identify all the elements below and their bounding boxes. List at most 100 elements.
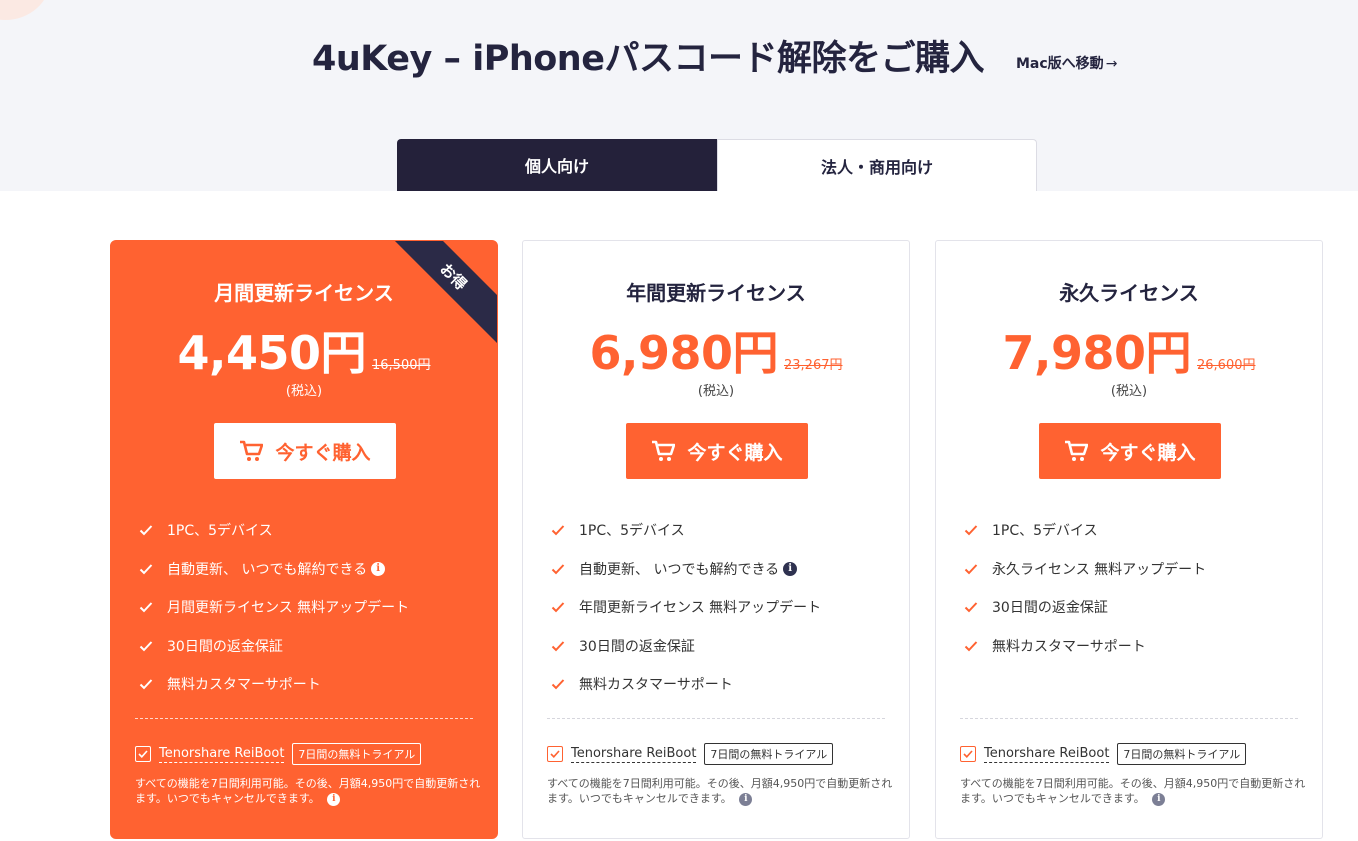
tab-personal[interactable]: 個人向け: [397, 139, 717, 191]
addon-checkbox[interactable]: [960, 746, 976, 762]
info-icon[interactable]: i: [783, 561, 798, 576]
check-icon: [139, 602, 153, 613]
check-icon: [964, 525, 978, 536]
buy-now-label: 今すぐ購入: [1100, 441, 1196, 464]
check-icon: [139, 679, 153, 690]
feature-label: 年間更新ライセンス 無料アップデート: [579, 600, 822, 617]
divider: [960, 718, 1298, 719]
feature-label: 永久ライセンス 無料アップデート: [992, 561, 1207, 578]
feature-list: 1PC、5デバイス 自動更新、 いつでも解約できる i 月間更新ライセンス 無料ア…: [139, 511, 477, 704]
addon-note: すべての機能を7日間利用可能。その後、月額4,950円で自動更新されます。いつで…: [547, 776, 893, 806]
feature-list: 1PC、5デバイス 自動更新、 いつでも解約できる i 年間更新ライセンス 無料ア…: [551, 511, 889, 704]
list-item: 自動更新、 いつでも解約できる i: [139, 550, 477, 589]
plan-title: 永久ライセンス: [1059, 281, 1199, 305]
original-price: 26,600円: [1197, 358, 1256, 373]
list-item: 1PC、5デバイス: [139, 511, 477, 550]
list-item: 1PC、5デバイス: [964, 511, 1302, 550]
divider: [135, 718, 473, 719]
list-item: 30日間の返金保証: [964, 588, 1302, 627]
feature-label: 1PC、5デバイス: [992, 523, 1098, 540]
list-item: 永久ライセンス 無料アップデート: [964, 550, 1302, 589]
tab-business[interactable]: 法人・商用向け: [717, 139, 1037, 191]
checkmark-icon: [963, 750, 973, 758]
hero-section: 4uKey – iPhoneパスコード解除をご購入 Mac版へ移動 → 個人向け …: [0, 0, 1358, 191]
checkmark-icon: [550, 750, 560, 758]
check-icon: [964, 564, 978, 575]
original-price: 16,500円: [372, 358, 431, 373]
info-icon[interactable]: i: [1152, 792, 1166, 806]
feature-label: 無料カスタマーサポート: [992, 638, 1146, 655]
list-item: 無料カスタマーサポート: [551, 665, 889, 704]
addon-name[interactable]: Tenorshare ReiBoot: [571, 746, 697, 763]
feature-list: 1PC、5デバイス 永久ライセンス 無料アップデート 30日間の返金保証 無料カ…: [964, 511, 1302, 665]
page-title: 4uKey – iPhoneパスコード解除をご購入: [312, 39, 984, 79]
trial-badge: 7日間の無料トライアル: [1117, 743, 1247, 765]
list-item: 30日間の返金保証: [139, 627, 477, 666]
decorative-blob: [0, 0, 50, 20]
feature-label: 1PC、5デバイス: [579, 523, 685, 540]
addon-name[interactable]: Tenorshare ReiBoot: [984, 746, 1110, 763]
check-icon: [139, 564, 153, 575]
audience-tabs: 個人向け 法人・商用向け: [397, 139, 1037, 191]
addon-note: すべての機能を7日間利用可能。その後、月額4,950円で自動更新されます。いつで…: [135, 776, 481, 806]
feature-label: 無料カスタマーサポート: [167, 677, 321, 694]
info-icon[interactable]: i: [327, 792, 341, 806]
plan-title: 年間更新ライセンス: [626, 281, 806, 305]
feature-label: 自動更新、 いつでも解約できる: [579, 561, 780, 578]
arrow-right-icon: →: [1105, 56, 1118, 72]
addon-checkbox[interactable]: [135, 746, 151, 762]
tax-note: (税込): [285, 384, 323, 399]
feature-label: 30日間の返金保証: [992, 600, 1108, 617]
price-row: 4,450円 16,500円: [111, 317, 497, 383]
divider: [547, 718, 885, 719]
check-icon: [551, 679, 565, 690]
feature-label: 自動更新、 いつでも解約できる: [167, 561, 368, 578]
plan-title: 月間更新ライセンス: [214, 281, 394, 305]
mac-version-link[interactable]: Mac版へ移動 →: [1016, 53, 1117, 73]
check-icon: [551, 525, 565, 536]
mac-link-label: Mac版へ移動: [1016, 56, 1104, 72]
cart-icon: [652, 440, 676, 461]
price-row: 7,980円 26,600円: [936, 317, 1322, 383]
buy-now-label: 今すぐ購入: [687, 441, 783, 464]
list-item: 月間更新ライセンス 無料アップデート: [139, 588, 477, 627]
price-row: 6,980円 23,267円: [523, 317, 909, 383]
info-icon[interactable]: i: [371, 561, 386, 576]
trial-badge: 7日間の無料トライアル: [292, 743, 422, 765]
tax-note: (税込): [697, 384, 735, 399]
addon-option: Tenorshare ReiBoot 7日間の無料トライアル: [135, 743, 487, 765]
list-item: 年間更新ライセンス 無料アップデート: [551, 588, 889, 627]
buy-now-label: 今すぐ購入: [275, 441, 371, 464]
feature-label: 30日間の返金保証: [579, 638, 695, 655]
plan-price: 4,450円: [177, 326, 366, 380]
buy-now-button[interactable]: 今すぐ購入: [1039, 423, 1221, 479]
addon-note: すべての機能を7日間利用可能。その後、月額4,950円で自動更新されます。いつで…: [960, 776, 1306, 806]
check-icon: [964, 602, 978, 613]
addon-note-text: すべての機能を7日間利用可能。その後、月額4,950円で自動更新されます。いつで…: [960, 777, 1306, 805]
original-price: 23,267円: [784, 358, 843, 373]
plan-price: 7,980円: [1002, 326, 1191, 380]
plan-price: 6,980円: [589, 326, 778, 380]
addon-option: Tenorshare ReiBoot 7日間の無料トライアル: [960, 743, 1312, 765]
feature-label: 1PC、5デバイス: [167, 523, 273, 540]
check-icon: [551, 564, 565, 575]
tax-note: (税込): [1110, 384, 1148, 399]
list-item: 30日間の返金保証: [551, 627, 889, 666]
check-icon: [551, 641, 565, 652]
addon-note-text: すべての機能を7日間利用可能。その後、月額4,950円で自動更新されます。いつで…: [135, 777, 481, 805]
check-icon: [964, 641, 978, 652]
plan-card-monthly: お得 月間更新ライセンス 4,450円 16,500円 (税込) 今すぐ購入 1…: [110, 240, 498, 839]
addon-name[interactable]: Tenorshare ReiBoot: [159, 746, 285, 763]
checkmark-icon: [138, 750, 148, 758]
check-icon: [139, 525, 153, 536]
cart-icon: [240, 440, 264, 461]
info-icon[interactable]: i: [739, 792, 753, 806]
buy-now-button[interactable]: 今すぐ購入: [626, 423, 808, 479]
feature-label: 30日間の返金保証: [167, 638, 283, 655]
buy-now-button[interactable]: 今すぐ購入: [214, 423, 396, 479]
plan-card-yearly: 年間更新ライセンス 6,980円 23,267円 (税込) 今すぐ購入 1PC、…: [522, 240, 910, 839]
plan-card-perpetual: 永久ライセンス 7,980円 26,600円 (税込) 今すぐ購入 1PC、5デ…: [935, 240, 1323, 839]
addon-note-text: すべての機能を7日間利用可能。その後、月額4,950円で自動更新されます。いつで…: [547, 777, 893, 805]
addon-checkbox[interactable]: [547, 746, 563, 762]
list-item: 無料カスタマーサポート: [964, 627, 1302, 666]
